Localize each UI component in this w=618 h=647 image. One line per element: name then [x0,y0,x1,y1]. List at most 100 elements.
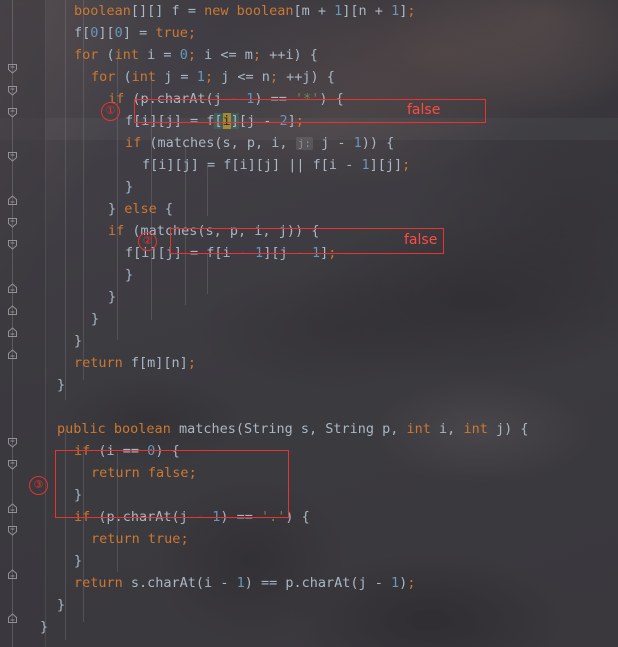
code-line[interactable]: if (matches(s, p, i, j)) { [0,220,618,242]
code-token: public [57,421,106,437]
code-token: ; [204,69,213,85]
code-token: 1 [391,3,400,19]
code-line[interactable]: f[i][j] = f[i][j] || f[i - 1][j]; [0,154,618,176]
code-token: for [91,69,116,85]
code-token: [][] [130,3,172,19]
code-token: ( [115,69,132,85]
code-token: '.' [260,509,286,525]
code-token: ; [295,113,304,129]
code-token: f[ [74,25,91,41]
code-token: (p.charAt(j - [124,91,247,107]
code-token: ][ [98,25,115,41]
code-token: { [156,201,174,217]
code-token: ; [188,465,197,481]
code-line[interactable]: for (int i = 0; i <= m; ++i) { [0,44,618,66]
code-line[interactable]: return false; [0,462,618,484]
code-line[interactable]: } [0,374,618,396]
code-token: } [57,597,66,613]
code-token: ; [252,47,262,63]
code-token: [ [214,113,223,129]
code-token: return [74,355,123,371]
code-token: (i == [90,443,148,459]
code-token: (p.charAt(j - [90,509,213,525]
code-token: false [147,465,189,481]
code-line[interactable]: } [0,484,618,506]
code-token: ( [98,47,115,63]
code-token: } [57,377,66,393]
code-token: } [74,553,83,569]
code-line[interactable]: } [0,330,618,352]
code-line[interactable]: return s.charAt(i - 1) == p.charAt(j - 1… [0,572,618,594]
code-line[interactable]: public boolean matches(String s, String … [0,418,618,440]
code-line[interactable]: if (p.charAt(j - 1) == '*') { [0,88,618,110]
code-line[interactable]: } [0,594,618,616]
code-token: j <= n [212,69,270,85]
code-token: ; [407,575,416,591]
code-token: i <= m [195,47,253,63]
code-token: 1 [353,135,362,151]
code-line[interactable]: } [0,286,618,308]
code-token: (matches(s, p, i, j)) { [124,223,320,239]
code-token: if [108,223,125,239]
code-token: int [131,69,157,85]
code-line[interactable]: return f[m][n]; [0,352,618,374]
code-token: '*' [294,91,320,107]
code-token: j: [295,137,313,150]
code-token: ; [187,47,196,63]
code-token: 1 [311,245,321,261]
code-token: = [179,3,205,19]
code-token: 1 [391,575,400,591]
code-token: j) { [487,421,529,437]
code-token: ] [287,113,296,129]
code-token: ] [230,113,239,129]
code-token: true [147,531,181,547]
code-token: } [74,487,83,503]
code-token: matches(String s, String p, [170,421,407,437]
code-token: else [124,201,157,217]
code-token: i = [139,47,180,63]
code-line[interactable]: } [0,176,618,198]
code-token: j = [156,69,197,85]
code-token: return [91,531,140,547]
code-token: boolean [113,421,171,437]
code-token: f[i][j] = f [125,113,215,129]
code-line[interactable]: } [0,616,618,638]
code-line[interactable]: if (matches(s, p, i, j: j - 1)) { [0,132,618,154]
code-token: j - [312,135,354,151]
code-token: true [155,25,188,41]
code-token: f [171,3,180,19]
code-token: 1 [196,69,205,85]
code-line[interactable]: boolean[][] f = new boolean[m + 1][n + 1… [0,0,618,22]
code-token: ; [328,245,337,261]
code-token: f[i][j] = f[i][j] || f[i - [142,157,362,173]
code-line[interactable]: f[0][0] = true; [0,22,618,44]
code-line[interactable]: } [0,550,618,572]
code-token: } [108,201,125,217]
code-token: ) { [155,443,180,459]
code-line[interactable]: f[i][j] = f[i][j - 2]; [0,110,618,132]
code-token: f[i][j] = f[i - [125,245,256,261]
code-line[interactable]: } [0,264,618,286]
code-token: int [406,421,431,437]
code-token: int [463,421,488,437]
code-token: if [108,91,125,107]
code-line[interactable]: f[i][j] = f[i - 1][j - 1]; [0,242,618,264]
source-code-area[interactable]: boolean[][] f = new boolean[m + 1][n + 1… [0,0,618,638]
code-line[interactable]: return true; [0,528,618,550]
code-line[interactable]: if (p.charAt(j - 1) == '.') { [0,506,618,528]
code-token: f[m][n] [122,355,188,371]
code-token: ) { [319,91,344,107]
code-token: } [74,333,83,349]
code-token: [m + [293,3,335,19]
code-line[interactable]: for (int j = 1; j <= n; ++j) { [0,66,618,88]
code-token: } [108,289,117,305]
code-token: 0 [114,25,123,41]
code-line[interactable]: } else { [0,198,618,220]
code-line[interactable]: } [0,308,618,330]
code-line[interactable] [0,396,618,418]
code-line[interactable]: if (i == 0) { [0,440,618,462]
code-token: ] = [122,25,156,41]
